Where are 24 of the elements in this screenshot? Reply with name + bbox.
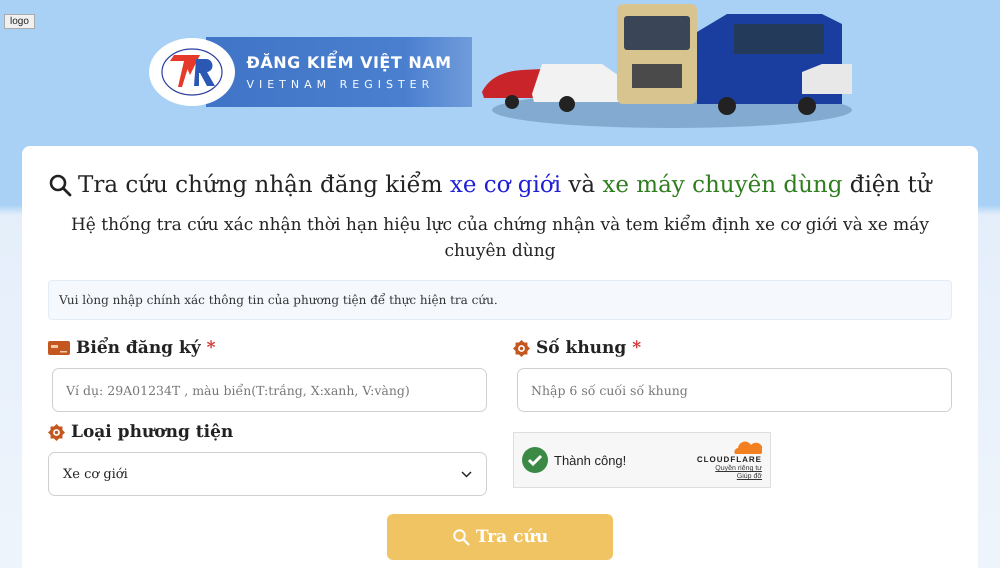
captcha-brand: CLOUDFLARE: [696, 455, 762, 464]
input-field[interactable]: Ví dụ: 29A01234T , màu biển(T:trắng, X:xanh, V:vàng): [52, 368, 487, 412]
search-icon: [452, 528, 470, 546]
search-icon: [48, 173, 72, 197]
field-label: Số khung: [536, 338, 626, 358]
chevron-icon: [461, 470, 472, 478]
card-icon: [48, 341, 70, 355]
notice: Vui lòng nhập chính xác thông tin của phương tiện để thực hiện tra cứu.: [48, 280, 952, 320]
required-mark: *: [632, 338, 642, 358]
banner-subtitle: VIETNAM REGISTER: [246, 78, 436, 91]
check-icon: [522, 447, 548, 473]
logo-tooltip: logo: [4, 14, 35, 29]
gear-icon: [513, 340, 530, 356]
required-mark: *: [206, 338, 216, 358]
field-label: Biển đăng ký: [76, 338, 201, 358]
cloud-icon: [732, 440, 762, 454]
page-title: Tra cứu chứng nhận đăng kiểm xe cơ giới và xe máy chuyên dùng điện tử: [78, 172, 932, 198]
gear-icon: [48, 424, 65, 440]
captcha-status: Thành công!: [554, 452, 626, 468]
description: Hệ thống tra cứu xác nhận thời hạn hiệu lực của chứng nhận và tem kiểm định xe cơ giới và xe máy chuyên dùng: [70, 214, 930, 263]
input-field[interactable]: Nhập 6 số cuối số khung: [517, 368, 952, 412]
vehicle-type-select[interactable]: Xe cơ giới: [48, 452, 487, 496]
field-label: Loại phương tiện: [71, 422, 234, 442]
banner-title: ĐĂNG KIỂM VIỆT NAM: [246, 53, 452, 72]
